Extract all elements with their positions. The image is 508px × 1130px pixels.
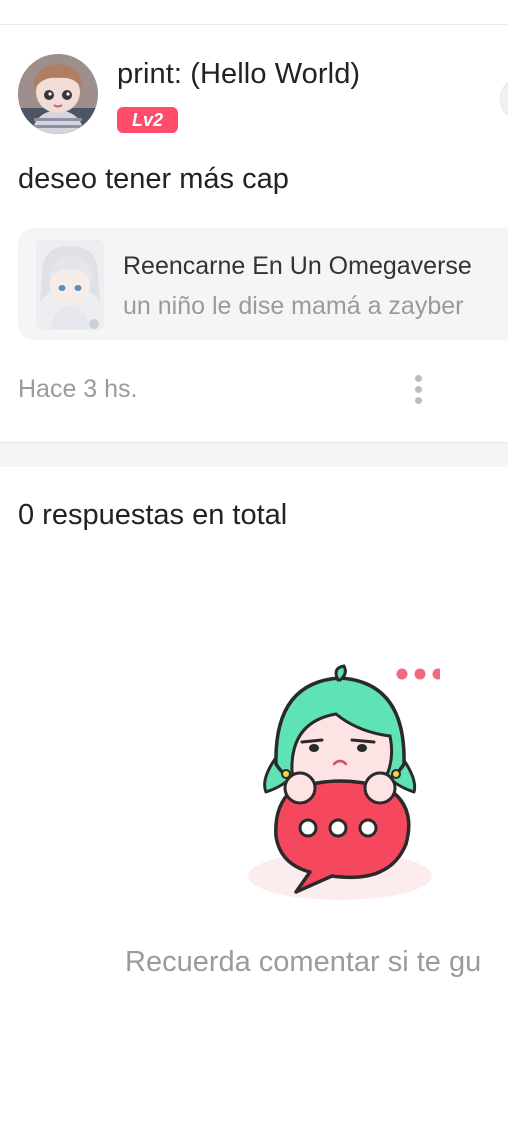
empty-comments-hint: Recuerda comentar si te gu: [125, 946, 482, 978]
story-subtitle: un niño le dise mamá a zayber: [123, 292, 464, 320]
story-card[interactable]: Reencarne En Un Omegaverse un niño le di…: [18, 228, 508, 340]
author-avatar[interactable]: [18, 54, 98, 134]
level-badge: Lv2: [117, 107, 178, 133]
post-text: deseo tener más cap: [18, 163, 289, 195]
avatar-image: [18, 54, 98, 134]
comment-mascot-illustration: [240, 660, 444, 910]
post-detail-screen: print: (Hello World) Lv2 deseo tener más…: [0, 0, 508, 1130]
story-title: Reencarne En Un Omegaverse: [123, 252, 472, 280]
post-timestamp: Hace 3 hs.: [18, 375, 138, 403]
replies-count: 0 respuestas en total: [18, 499, 288, 531]
author-name[interactable]: print: (Hello World): [117, 58, 360, 91]
post-card: print: (Hello World) Lv2 deseo tener más…: [0, 25, 508, 442]
more-vertical-icon[interactable]: [405, 369, 431, 409]
story-cover-image: [36, 240, 104, 330]
follow-button[interactable]: [500, 78, 508, 120]
section-divider: [0, 442, 508, 467]
